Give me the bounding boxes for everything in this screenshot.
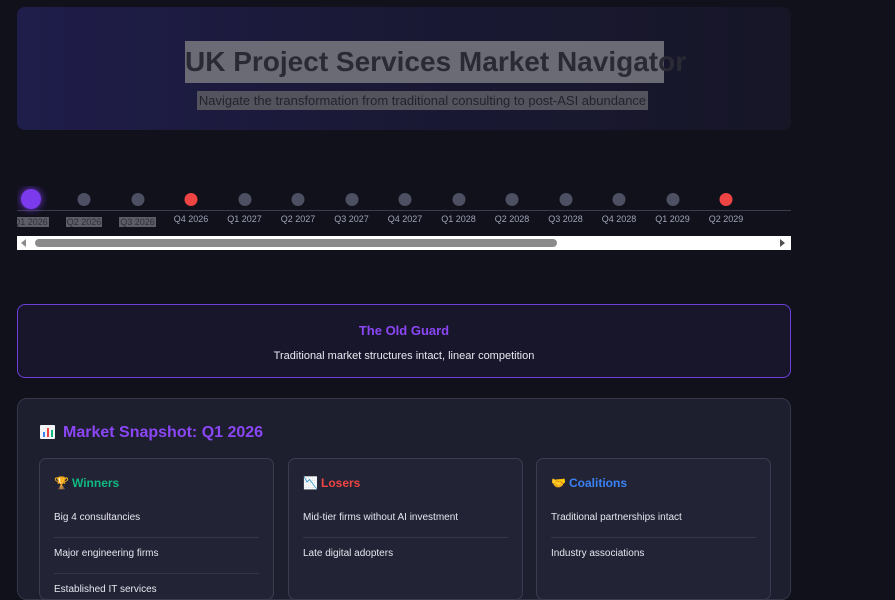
timeline-label: Q2 2027 [272,214,325,224]
scroll-right-arrow-icon[interactable] [780,239,785,247]
list-item: Industry associations [551,548,645,559]
timeline-label-text: Q1 2028 [441,214,476,224]
timeline-dot[interactable] [559,193,572,206]
timeline-label: Q2 2028 [486,214,539,224]
snapshot-title: Market Snapshot: Q1 2026 [63,424,264,441]
timeline-label-text: Q1 2029 [655,214,690,224]
bar-chart-icon [40,425,55,439]
timeline-label-text: Q2 2028 [494,214,530,224]
trophy-icon: 🏆 [54,476,69,490]
timeline-label-text: Q3 2028 [548,214,583,224]
timeline-dot[interactable] [719,193,733,206]
list-item: Big 4 consultancies [54,510,259,538]
timeline-dot[interactable] [238,193,251,206]
timeline-label: Q1 2029 [646,214,699,224]
timeline-label: Q4 2028 [593,214,646,224]
timeline-label: Q2 2029 [700,214,753,224]
coalitions-list: Traditional partnerships intact Industry… [551,510,756,573]
era-title: The Old Guard [358,323,450,338]
timeline-scrollbar[interactable] [17,236,791,250]
list-item: Major engineering firms [54,538,259,574]
timeline-dot[interactable] [291,193,305,206]
timeline-dot[interactable] [131,193,144,206]
coalitions-panel: 🤝 Coalitions Traditional partnerships int… [536,458,771,600]
timeline-label-text: Q2 2026 [65,217,103,227]
quarter-timeline: Q1 2026 Q2 2026 Q3 2026 Q4 2026 Q1 2027 Q2 20… [17,186,791,228]
losers-list: Mid-tier firms without AI investment Lat… [303,510,508,573]
timeline-dot[interactable] [505,193,519,206]
timeline-label: Q1 2026 [17,217,57,227]
timeline-dot[interactable] [398,193,412,206]
coalitions-title: Coalitions [569,476,628,490]
timeline-label-text: Q4 2027 [387,214,423,224]
market-snapshot: Market Snapshot: Q1 2026 🏆 Winners Big 4 … [17,398,791,600]
timeline-dot[interactable] [184,193,198,206]
timeline-label: Q2 2026 [58,217,111,227]
timeline-label: Q1 2028 [432,214,485,224]
hero-banner: UK Project Services Market Navigator Nav… [17,7,791,130]
timeline-label: Q3 2028 [539,214,592,224]
timeline-label-text: Q2 2027 [280,214,316,224]
winners-title: Winners [72,476,120,490]
timeline-label: Q4 2026 [165,214,218,224]
timeline-line [17,210,791,211]
timeline-label: Q3 2026 [111,217,164,227]
winners-list: Big 4 consultancies Major engineering fi… [54,510,259,599]
losers-title: Losers [321,476,361,490]
timeline-label: Q1 2027 [218,214,271,224]
timeline-dot[interactable] [77,193,91,206]
list-item: Traditional partnerships intact [551,510,756,538]
timeline-dot[interactable] [666,193,679,206]
timeline-label-text: Q1 2026 [17,217,49,227]
losers-heading: 📉 Losers [303,476,360,490]
timeline-dot[interactable] [345,193,358,206]
timeline-label-text: Q2 2029 [708,214,744,224]
timeline-label-text: Q1 2027 [227,214,262,224]
losers-panel: 📉 Losers Mid-tier firms without AI invest… [288,458,523,600]
timeline-label: Q4 2027 [379,214,432,224]
scroll-left-arrow-icon[interactable] [21,239,26,247]
winners-panel: 🏆 Winners Big 4 consultancies Major engin… [39,458,274,600]
coalitions-heading: 🤝 Coalitions [551,476,627,490]
timeline-label-text: Q4 2028 [601,214,637,224]
timeline-dot[interactable] [20,189,41,209]
timeline-dot[interactable] [612,193,626,206]
chart-down-icon: 📉 [303,476,318,490]
list-item: Mid-tier firms without AI investment [303,510,508,538]
timeline-dot[interactable] [452,193,465,206]
timeline-label: Q3 2027 [325,214,378,224]
list-item: Late digital adopters [303,548,394,559]
list-item: Established IT services [54,584,157,595]
timeline-label-text: Q3 2026 [119,217,156,227]
era-description: Traditional market structures intact, li… [273,350,535,362]
era-card: The Old Guard Traditional market structu… [17,304,791,378]
timeline-label-text: Q3 2027 [334,214,369,224]
snapshot-heading: Market Snapshot: Q1 2026 [40,424,263,442]
timeline-label-text: Q4 2026 [173,214,209,224]
handshake-icon: 🤝 [551,476,566,490]
winners-heading: 🏆 Winners [54,476,119,490]
page-title: UK Project Services Market Navigator [185,41,686,83]
scroll-thumb[interactable] [35,239,557,247]
page-subtitle: Navigate the transformation from traditi… [197,91,648,110]
